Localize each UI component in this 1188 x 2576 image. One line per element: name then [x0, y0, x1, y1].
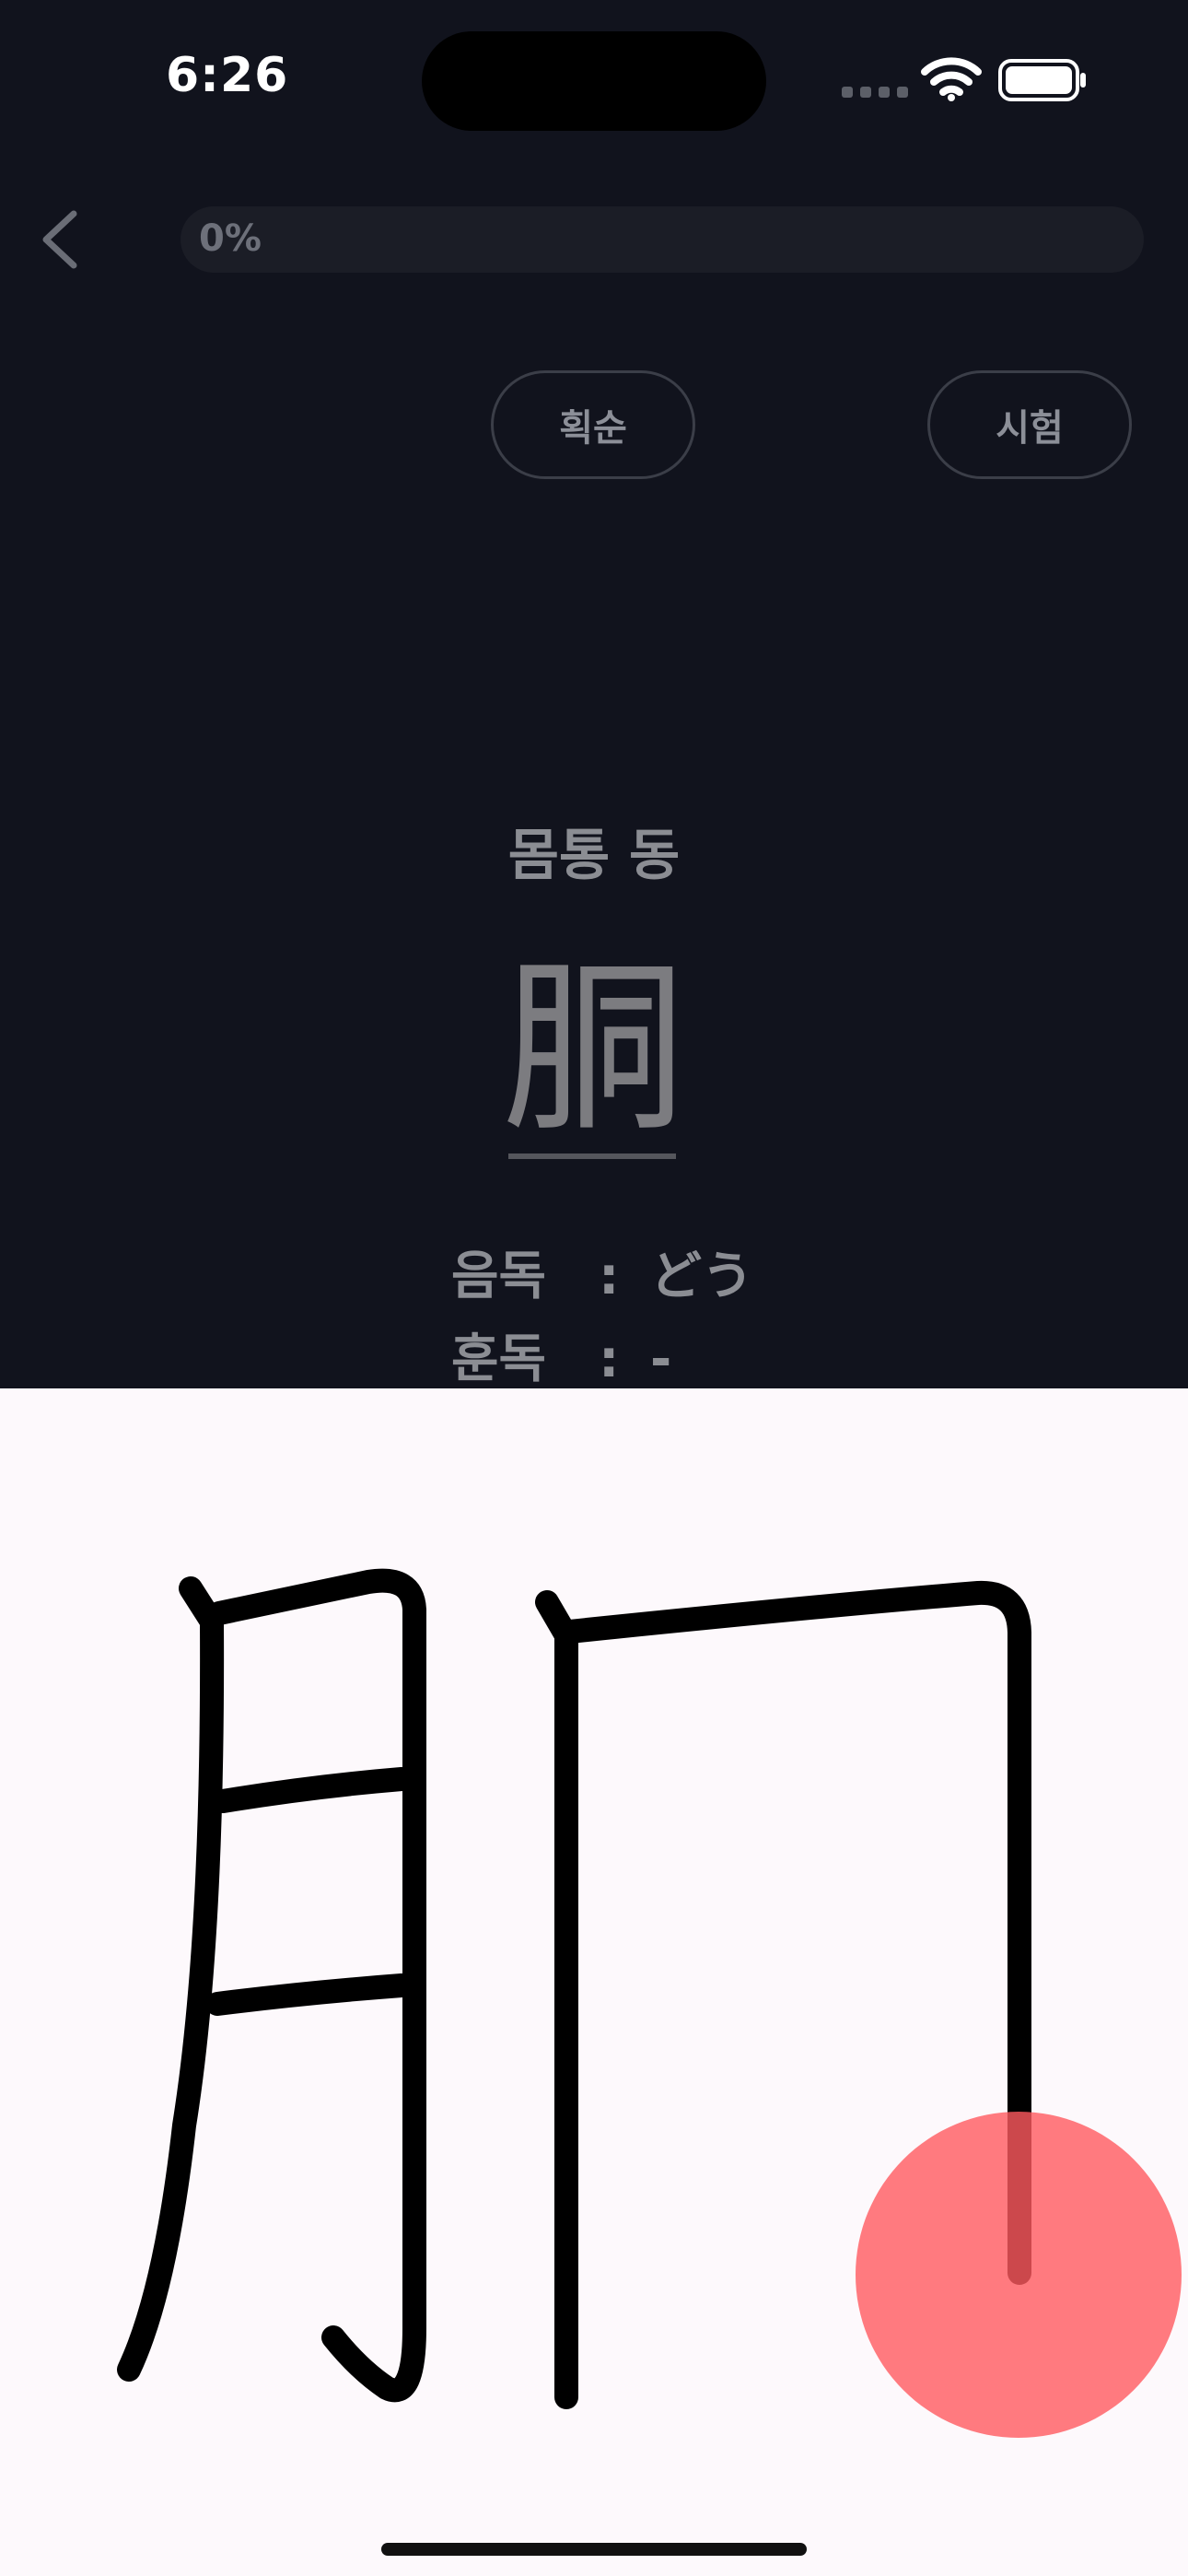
- on-reading-separator: :: [599, 1247, 620, 1306]
- drawing-canvas[interactable]: [0, 1388, 1188, 2576]
- wifi-icon: [921, 57, 982, 101]
- kun-reading-label: 훈독: [451, 1329, 547, 1389]
- kanji-underline: [508, 1153, 676, 1159]
- test-button[interactable]: 시험: [927, 370, 1132, 479]
- kun-reading-value: -: [650, 1329, 672, 1389]
- kun-reading-row: 훈독: -: [451, 1317, 671, 1392]
- stroke-5: [535, 1590, 578, 2409]
- kanji-character: 胴: [501, 943, 686, 1157]
- chevron-left-icon: [42, 210, 77, 269]
- stroke-4: [205, 1973, 413, 2016]
- kun-reading-separator: :: [599, 1329, 620, 1389]
- dynamic-island: [422, 31, 766, 131]
- home-indicator: [381, 2543, 807, 2556]
- signal-dots-icon: [842, 87, 908, 98]
- kanji-meaning: 몸통 동: [507, 824, 681, 888]
- stroke-layer: [117, 1568, 1182, 2438]
- progress-bar: 0%: [181, 206, 1144, 273]
- on-reading-value: どう: [650, 1247, 753, 1306]
- stroke-cursor: [856, 2112, 1182, 2438]
- status-time: 6:26: [166, 48, 289, 103]
- progress-label: 0%: [199, 217, 262, 260]
- on-reading-row: 음독: どう: [451, 1235, 753, 1309]
- on-reading-label: 음독: [451, 1247, 547, 1306]
- stroke-3: [211, 1767, 413, 1813]
- stroke-1: [117, 1576, 225, 2382]
- stroke-order-button[interactable]: 획순: [491, 370, 695, 479]
- battery-icon: [998, 59, 1086, 101]
- back-button[interactable]: [33, 205, 92, 275]
